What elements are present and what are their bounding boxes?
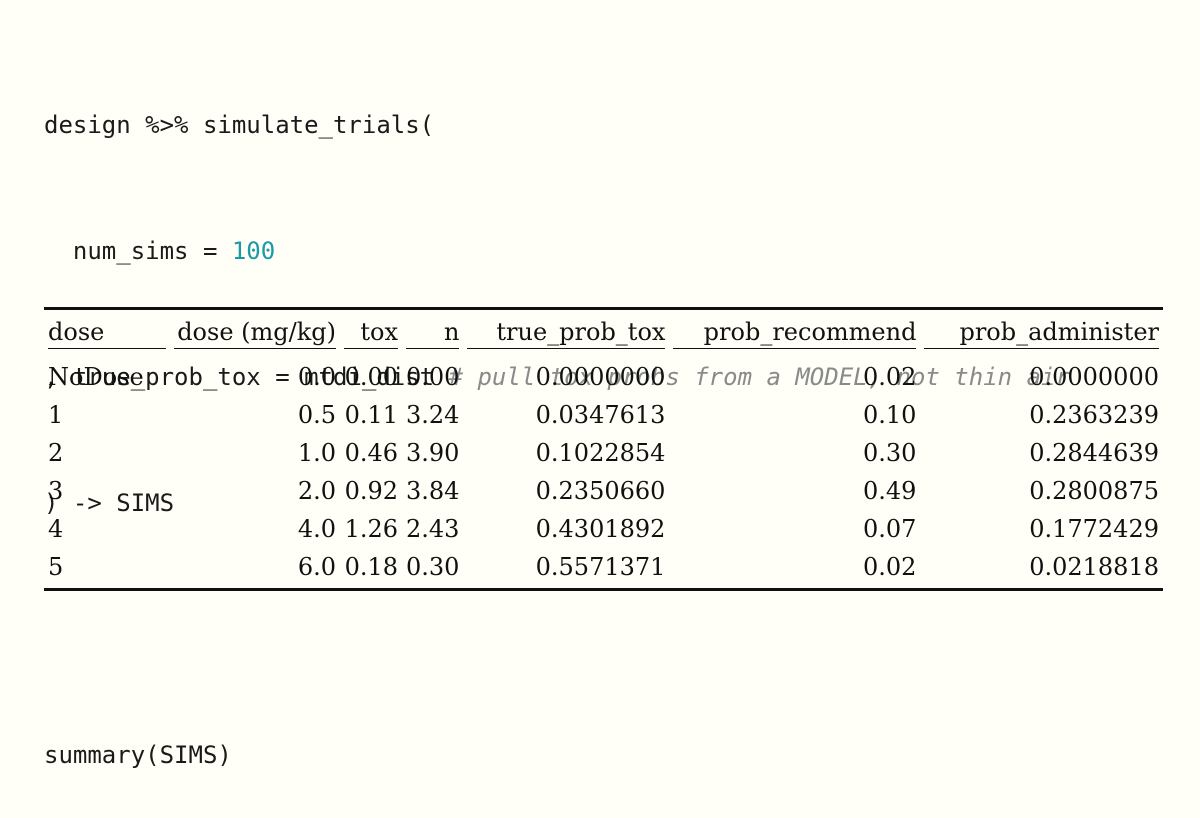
column-header: prob_recommend (669, 310, 920, 354)
table-cell: 0.18 (344, 553, 398, 581)
column-header: n (402, 310, 463, 354)
code-line-2: num_sims = 100 (44, 230, 1070, 272)
table-cell: 1.26 (344, 515, 398, 543)
table-cell: 0.1022854 (535, 439, 666, 467)
column-header-label: prob_recommend (673, 318, 917, 349)
table-cell: 3.90 (406, 439, 460, 467)
code-line-1: design %>% simulate_trials( (44, 111, 435, 139)
table-cell: 0.1772429 (1029, 515, 1159, 543)
table-cell: 3 (48, 477, 64, 505)
code-line-6: summary(SIMS) (44, 741, 232, 769)
table-cell: 0.02 (863, 363, 917, 391)
summary-table: dose dose (mg/kg) tox n true_prob_tox pr… (44, 307, 1163, 591)
table-row: 2 1.0 0.46 3.90 0.1022854 0.30 0.2844639 (44, 434, 1163, 472)
table-cell: 3.24 (406, 401, 460, 429)
table-cell: 0.46 (344, 439, 398, 467)
column-header-label: dose (48, 318, 166, 349)
table-cell: 0.5 (297, 401, 336, 429)
column-header-label: tox (344, 318, 398, 349)
table-cell: 6.0 (297, 553, 336, 581)
table-cell: 0.2844639 (1029, 439, 1159, 467)
column-header: dose (44, 310, 170, 354)
table-cell: 0.30 (406, 553, 460, 581)
table-cell: 0.0 (297, 363, 336, 391)
table-cell: 0.0347613 (535, 401, 666, 429)
column-header-label: prob_administer (924, 318, 1159, 349)
column-header: true_prob_tox (463, 310, 669, 354)
table-header-row: dose dose (mg/kg) tox n true_prob_tox pr… (44, 310, 1163, 354)
table-row: 1 0.5 0.11 3.24 0.0347613 0.10 0.2363239 (44, 396, 1163, 434)
table-cell: 0.02 (863, 553, 917, 581)
column-header: dose (mg/kg) (170, 310, 340, 354)
table-cell: 0.92 (344, 477, 398, 505)
table-cell: 4 (48, 515, 64, 543)
table-cell: 0.30 (863, 439, 917, 467)
table-cell: 4.0 (297, 515, 336, 543)
table-cell: 2.0 (297, 477, 336, 505)
table-cell: 0.11 (344, 401, 398, 429)
table-cell: 0.0218818 (1029, 553, 1159, 581)
code-number-literal: 100 (231, 237, 276, 265)
table-cell: 5 (48, 553, 64, 581)
table-cell: 0.2800875 (1029, 477, 1159, 505)
table-cell: 0.00 (406, 363, 460, 391)
table-cell: 0.4301892 (535, 515, 666, 543)
table-row: 4 4.0 1.26 2.43 0.4301892 0.07 0.1772429 (44, 510, 1163, 548)
table-cell: 0.10 (863, 401, 917, 429)
table-row: NoDose 0.0 0.00 0.00 0.0000000 0.02 0.00… (44, 354, 1163, 396)
table-cell: 2 (48, 439, 64, 467)
table-row: 5 6.0 0.18 0.30 0.5571371 0.02 0.0218818 (44, 548, 1163, 588)
table-row: 3 2.0 0.92 3.84 0.2350660 0.49 0.2800875 (44, 472, 1163, 510)
column-header-label: n (406, 318, 460, 349)
table-cell: 0.5571371 (535, 553, 666, 581)
table-cell: 3.84 (406, 477, 460, 505)
code-line-2-text: num_sims = (44, 237, 232, 265)
column-header-label: true_prob_tox (467, 318, 666, 349)
table-cell: 0.2363239 (1029, 401, 1159, 429)
table-cell: 0.49 (863, 477, 917, 505)
table-cell: 1.0 (297, 439, 336, 467)
table-cell: 0.07 (863, 515, 917, 543)
table-cell: NoDose (48, 363, 144, 391)
table-cell: 0.0000000 (535, 363, 666, 391)
table-cell: 0.2350660 (535, 477, 666, 505)
table-cell: 0.00 (344, 363, 398, 391)
table-cell: 0.0000000 (1029, 363, 1159, 391)
column-header: prob_administer (920, 310, 1163, 354)
column-header-label: dose (mg/kg) (174, 318, 336, 349)
column-header: tox (340, 310, 402, 354)
table-cell: 1 (48, 401, 64, 429)
table-cell: 2.43 (406, 515, 460, 543)
